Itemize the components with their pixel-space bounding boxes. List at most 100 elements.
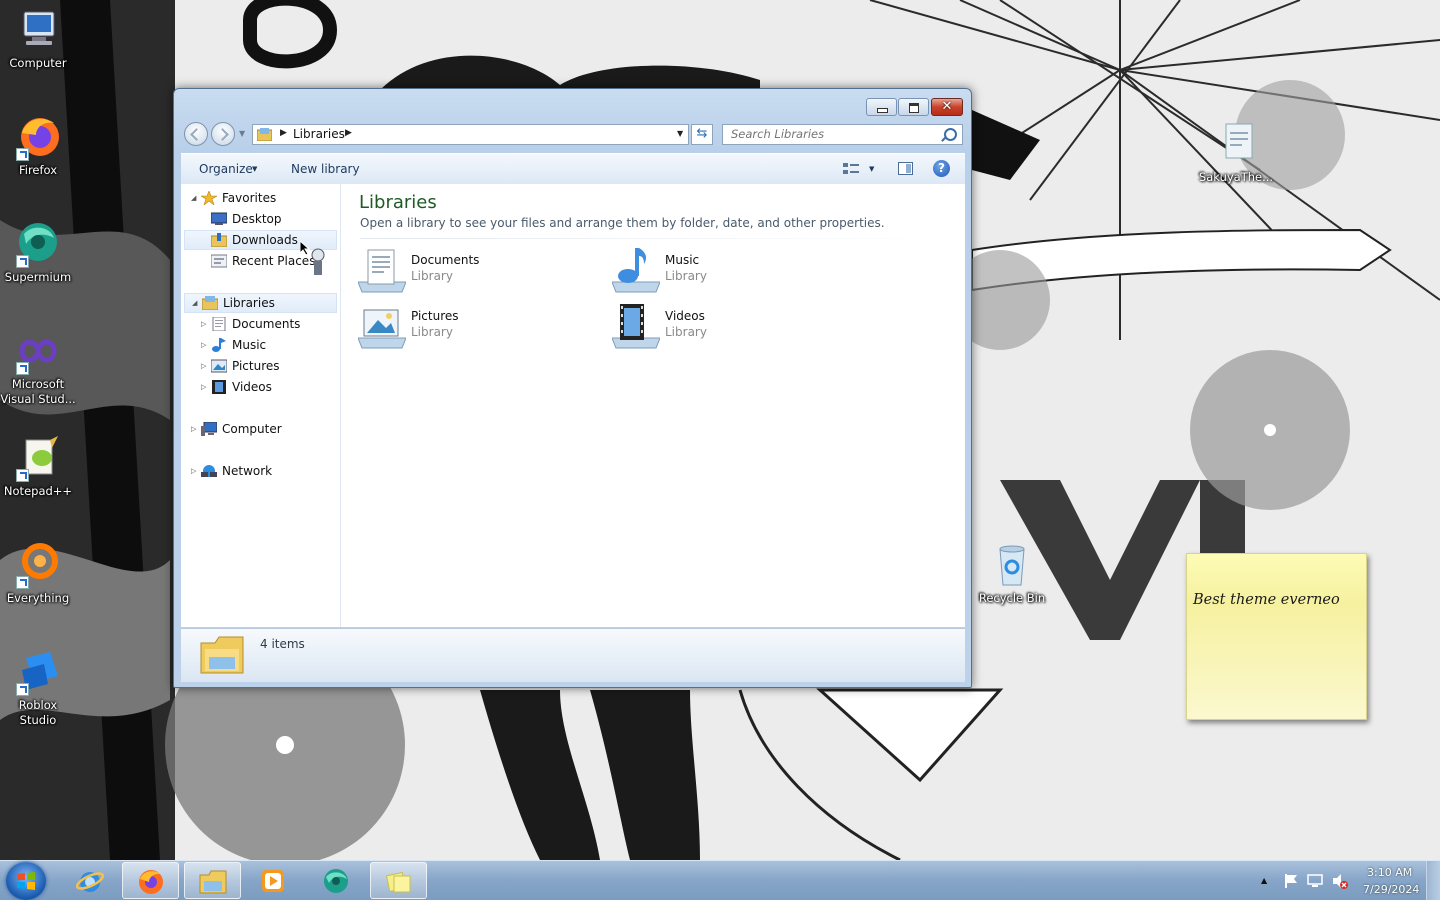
explorer-window: ✕ ▼ ▶ Libraries ▶ ▼ ⇆ Organize ▼ New lib… bbox=[173, 88, 972, 688]
breadcrumb-arrow-icon[interactable]: ▶ bbox=[345, 128, 352, 138]
desktop-icon-visual-studio[interactable]: Microsoft Visual Stud... bbox=[0, 327, 76, 407]
address-bar[interactable]: ▶ Libraries ▶ ▼ bbox=[252, 124, 689, 145]
sticky-note[interactable]: Best theme everneo bbox=[1186, 553, 1367, 720]
preview-pane-icon[interactable] bbox=[898, 162, 913, 175]
expand-arrow-icon[interactable]: ▷ bbox=[191, 419, 196, 439]
taskbar-media-player[interactable] bbox=[245, 862, 302, 899]
nav-computer[interactable]: ▷ Computer bbox=[181, 419, 340, 439]
nav-label: Desktop bbox=[232, 212, 282, 226]
address-dropdown-icon[interactable]: ▼ bbox=[677, 129, 683, 138]
libraries-folder-icon bbox=[200, 636, 244, 674]
desktop-icon-recycle-bin[interactable]: Recycle Bin bbox=[974, 541, 1050, 606]
view-options-dropdown-icon[interactable]: ▼ bbox=[869, 165, 874, 173]
collapse-arrow-icon[interactable]: ◢ bbox=[192, 293, 197, 313]
nav-label: Computer bbox=[222, 422, 282, 436]
library-item-documents[interactable]: Documents Library bbox=[358, 246, 588, 296]
forward-button[interactable] bbox=[211, 122, 235, 146]
file-icon bbox=[1212, 120, 1260, 168]
volume-muted-icon[interactable] bbox=[1332, 873, 1348, 889]
organize-menu-button[interactable]: Organize bbox=[199, 162, 253, 176]
desktop-icon-label: Microsoft Visual Stud... bbox=[0, 377, 76, 406]
library-type: Library bbox=[665, 325, 707, 339]
desktop-icon-everything[interactable]: Everything bbox=[0, 541, 76, 606]
change-view-icon[interactable] bbox=[843, 163, 859, 175]
search-input[interactable] bbox=[729, 126, 933, 142]
firefox-icon bbox=[14, 113, 62, 161]
minimize-button[interactable] bbox=[866, 98, 897, 116]
nav-lib-pictures[interactable]: ▷ Pictures bbox=[181, 356, 340, 376]
expand-arrow-icon[interactable]: ▷ bbox=[201, 377, 206, 397]
organize-dropdown-icon[interactable]: ▼ bbox=[252, 165, 257, 173]
collapse-arrow-icon[interactable]: ◢ bbox=[191, 188, 196, 208]
help-icon[interactable]: ? bbox=[933, 160, 950, 177]
item-count: 4 items bbox=[260, 637, 305, 651]
library-item-videos[interactable]: Videos Library bbox=[612, 302, 842, 352]
show-hidden-icons-icon[interactable]: ▲ bbox=[1261, 876, 1267, 885]
page-description: Open a library to see your files and arr… bbox=[360, 216, 885, 230]
taskbar-supermium[interactable] bbox=[308, 862, 365, 899]
show-desktop-button[interactable] bbox=[1426, 861, 1440, 900]
shortcut-arrow-icon bbox=[16, 469, 29, 482]
nav-network[interactable]: ▷ Network bbox=[181, 461, 340, 481]
taskbar-windows-explorer[interactable] bbox=[184, 862, 241, 899]
nav-desktop[interactable]: Desktop bbox=[181, 209, 340, 229]
action-center-flag-icon[interactable] bbox=[1283, 873, 1299, 889]
computer-icon bbox=[14, 6, 62, 54]
library-type: Library bbox=[411, 269, 453, 283]
windows-logo-icon bbox=[17, 872, 35, 890]
sticky-notes-icon bbox=[385, 871, 411, 893]
desktop-icon-label: Roblox Studio bbox=[18, 698, 58, 727]
expand-arrow-icon[interactable]: ▷ bbox=[201, 335, 206, 355]
desktop-icon-sakuya-file[interactable]: SakuyaThe... bbox=[1198, 120, 1274, 185]
expand-arrow-icon[interactable]: ▷ bbox=[201, 314, 206, 334]
desktop-icon-supermium[interactable]: Supermium bbox=[0, 220, 76, 285]
expand-arrow-icon[interactable]: ▷ bbox=[201, 356, 206, 376]
desktop-icon-notepadpp[interactable]: Notepad++ bbox=[0, 434, 76, 499]
details-pane: 4 items bbox=[181, 628, 965, 682]
recent-pages-dropdown-icon[interactable]: ▼ bbox=[239, 129, 245, 138]
new-library-button[interactable]: New library bbox=[291, 162, 360, 176]
documents-library-icon bbox=[358, 249, 406, 293]
firefox-icon bbox=[139, 870, 163, 894]
library-name: Videos bbox=[665, 309, 705, 323]
taskbar: ▲ 3:10 AM 7/29/2024 bbox=[0, 860, 1440, 900]
refresh-button[interactable]: ⇆ bbox=[691, 124, 713, 145]
nav-libraries[interactable]: ◢ Libraries bbox=[184, 293, 337, 313]
desktop-icon-label: Notepad++ bbox=[3, 484, 73, 498]
search-icon[interactable] bbox=[944, 128, 957, 141]
nav-lib-documents[interactable]: ▷ Documents bbox=[181, 314, 340, 334]
taskbar-firefox[interactable] bbox=[122, 862, 179, 899]
start-button[interactable] bbox=[6, 862, 46, 900]
music-icon bbox=[212, 338, 226, 352]
back-button[interactable] bbox=[184, 122, 208, 146]
music-library-icon bbox=[612, 248, 660, 293]
taskbar-internet-explorer[interactable] bbox=[62, 862, 119, 899]
library-item-music[interactable]: Music Library bbox=[612, 246, 842, 296]
close-button[interactable]: ✕ bbox=[931, 98, 963, 116]
clock-time[interactable]: 3:10 AM bbox=[1367, 866, 1412, 879]
library-type: Library bbox=[665, 269, 707, 283]
taskbar-sticky-notes[interactable] bbox=[370, 862, 427, 899]
library-name: Music bbox=[665, 253, 700, 267]
nav-lib-music[interactable]: ▷ Music bbox=[181, 335, 340, 355]
desktop-icon-roblox-studio[interactable]: Roblox Studio bbox=[0, 648, 76, 728]
search-box[interactable] bbox=[722, 124, 963, 145]
videos-icon bbox=[212, 380, 226, 394]
nav-lib-videos[interactable]: ▷ Videos bbox=[181, 377, 340, 397]
sticky-note-text[interactable]: Best theme everneo bbox=[1193, 592, 1340, 608]
desktop-icon bbox=[211, 212, 227, 225]
clock-date[interactable]: 7/29/2024 bbox=[1363, 883, 1419, 896]
breadcrumb-arrow-icon[interactable]: ▶ bbox=[280, 128, 287, 138]
nav-label: Libraries bbox=[223, 296, 275, 310]
libraries-icon bbox=[257, 128, 272, 141]
shortcut-arrow-icon bbox=[16, 148, 29, 161]
desktop-icon-firefox[interactable]: Firefox bbox=[0, 113, 76, 178]
expand-arrow-icon[interactable]: ▷ bbox=[191, 461, 196, 481]
nav-label: Music bbox=[232, 338, 267, 352]
network-status-icon[interactable] bbox=[1307, 873, 1323, 889]
breadcrumb-libraries[interactable]: Libraries bbox=[293, 127, 345, 141]
desktop-icon-computer[interactable]: Computer bbox=[0, 6, 76, 71]
library-item-pictures[interactable]: Pictures Library bbox=[358, 302, 588, 352]
maximize-button[interactable] bbox=[898, 98, 929, 116]
nav-favorites[interactable]: ◢ Favorites bbox=[181, 188, 340, 208]
